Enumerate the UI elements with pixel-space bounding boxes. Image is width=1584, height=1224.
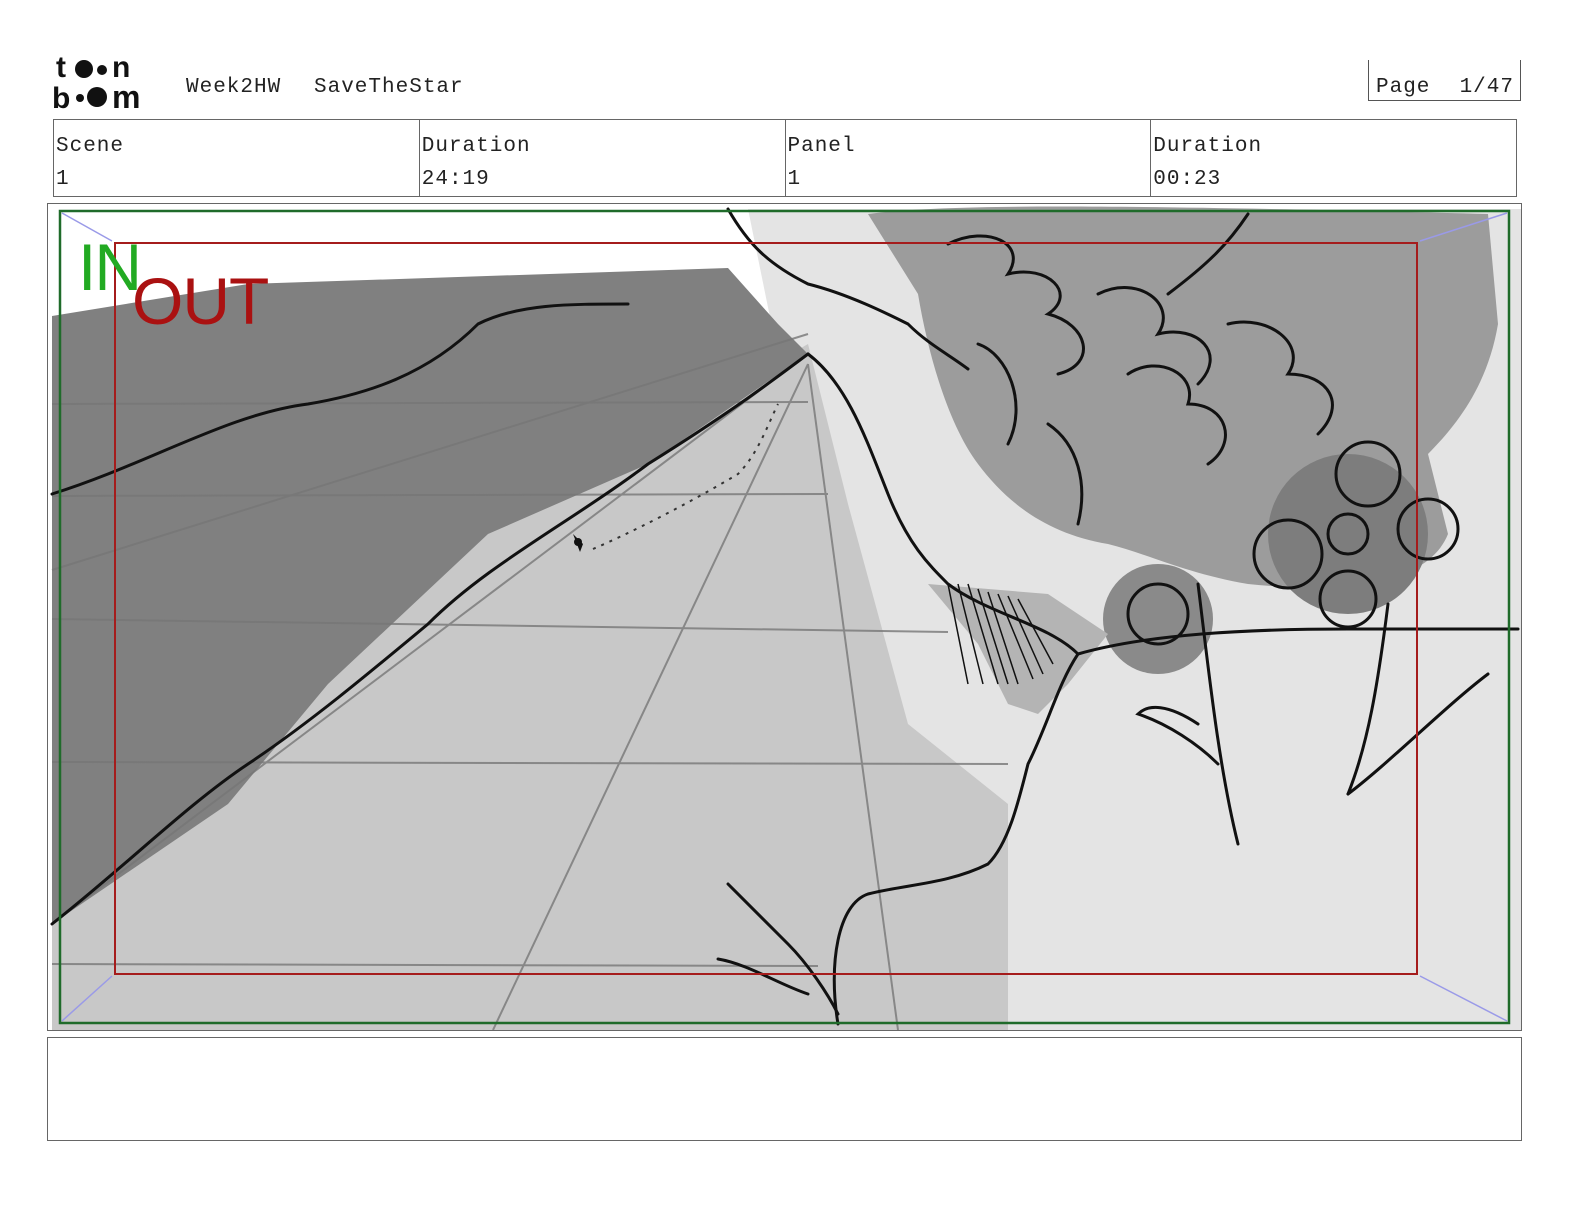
- svg-text:b: b: [52, 82, 70, 112]
- panel-duration-cell: Duration 00:23: [1151, 120, 1516, 196]
- page-number: 1/47: [1459, 76, 1514, 99]
- storyboard-panel: IN OUT: [47, 203, 1522, 1031]
- scene-duration-cell: Duration 24:19: [420, 120, 786, 196]
- scene-duration-label: Duration: [421, 135, 531, 158]
- svg-text:t: t: [56, 51, 66, 84]
- scene-title: SaveTheStar: [314, 76, 464, 99]
- panel-info-table: Scene 1 Duration 24:19 Panel 1 Duration …: [53, 119, 1517, 197]
- panel-duration-label: Duration: [1153, 135, 1263, 158]
- scene-duration-value: 24:19: [421, 168, 490, 191]
- scene-label: Scene: [56, 135, 125, 158]
- toon-boom-logo: t n b m: [52, 51, 140, 112]
- panel-label: Panel: [787, 135, 856, 158]
- panel-cell: Panel 1: [786, 120, 1152, 196]
- out-frame-label: OUT: [132, 264, 269, 338]
- svg-text:m: m: [112, 79, 140, 112]
- panel-value: 1: [787, 168, 802, 191]
- panel-notes-box[interactable]: [47, 1037, 1522, 1141]
- in-frame-label: IN: [78, 230, 142, 304]
- project-title: Week2HW: [186, 76, 282, 99]
- page-indicator: Page 1/47: [1368, 60, 1521, 101]
- scene-cell: Scene 1: [54, 120, 420, 196]
- panel-duration-value: 00:23: [1153, 168, 1222, 191]
- page-label: Page: [1376, 76, 1431, 99]
- panel-sketch: [48, 204, 1521, 1030]
- scene-value: 1: [56, 168, 70, 191]
